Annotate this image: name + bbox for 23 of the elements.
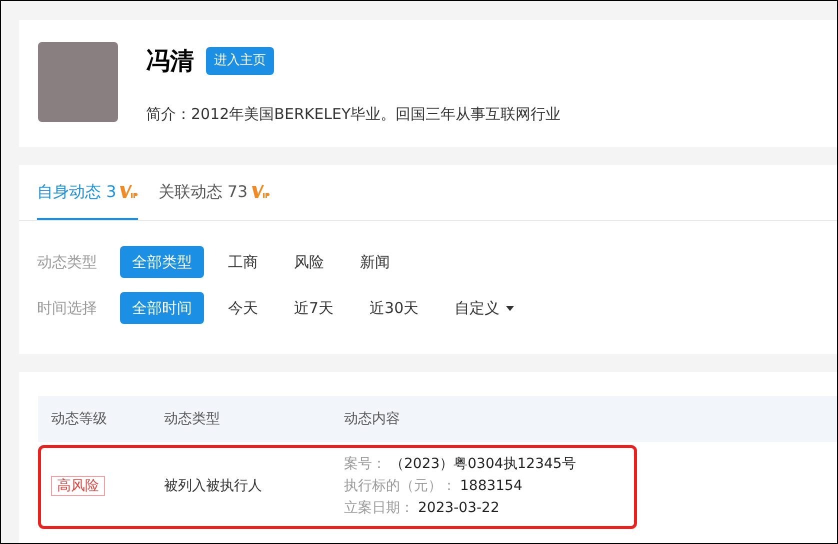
table-cell-text: 被列入被执行人 — [164, 476, 263, 496]
filter-option[interactable]: 今天 — [216, 292, 270, 324]
filter-option[interactable]: 自定义 — [442, 292, 526, 324]
field-label: 立案日期： — [344, 499, 414, 518]
field-label: 案号： — [344, 455, 386, 474]
risk-tag: 高风险 — [51, 476, 105, 496]
tab[interactable]: 关联动态 73 — [158, 165, 270, 220]
bio-text: 简介：2012年美国BERKELEY毕业。回国三年从事互联网行业 — [146, 104, 561, 125]
filter-option[interactable]: 近7天 — [282, 292, 346, 324]
column-header: 动态内容 — [344, 410, 400, 428]
field-value: （2023）粤0304执12345号 — [390, 455, 576, 474]
field-value: 2023-03-22 — [418, 499, 500, 518]
column-header: 动态类型 — [164, 410, 221, 428]
field-label: 执行标的（元）： — [344, 477, 456, 496]
filter-option[interactable]: 近30天 — [358, 292, 431, 324]
filter-label: 动态类型 — [37, 252, 98, 273]
column-header: 动态等级 — [50, 410, 108, 428]
person-name: 冯清 — [146, 46, 194, 77]
field-value: 1883154 — [460, 477, 522, 496]
filter-option[interactable]: 工商 — [216, 246, 270, 278]
filter-option[interactable]: 风险 — [282, 246, 336, 278]
filter-option[interactable]: 新闻 — [348, 246, 402, 278]
filter-label: 时间选择 — [37, 298, 98, 319]
